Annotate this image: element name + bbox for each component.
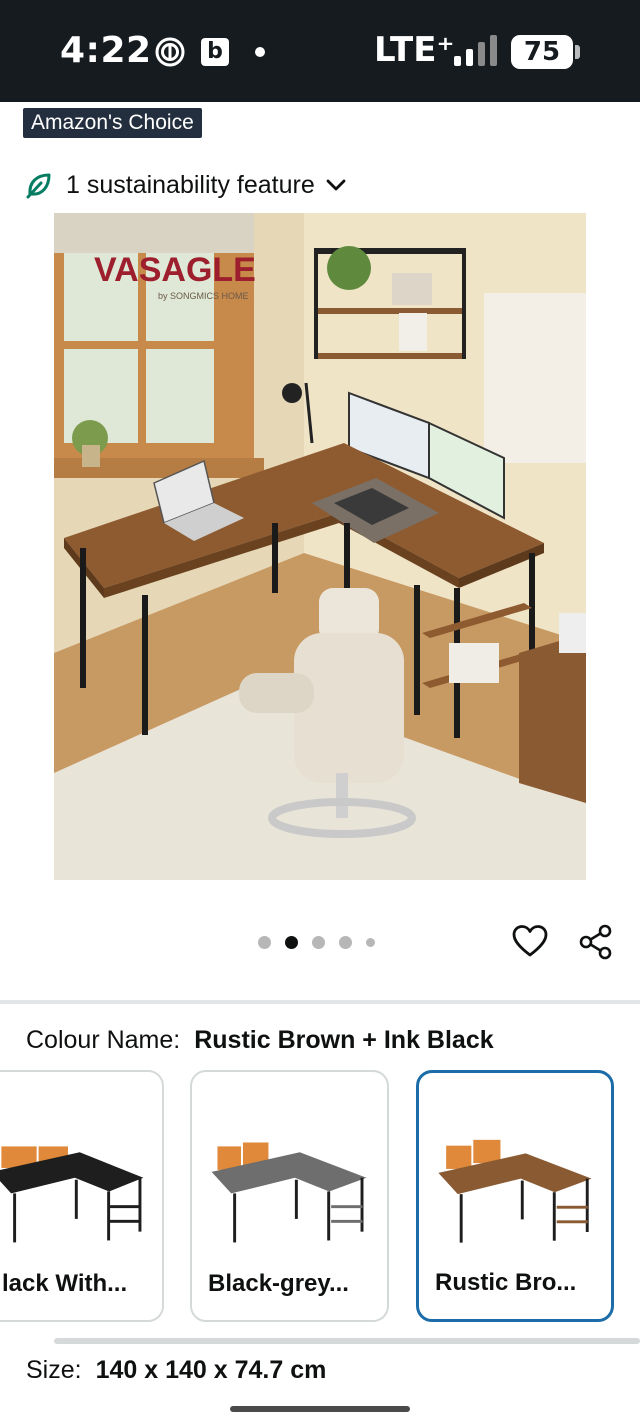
brand-sub: by SONGMICS HOME bbox=[158, 291, 249, 301]
battery-icon: 75 bbox=[511, 35, 581, 69]
signal-icon bbox=[454, 35, 497, 66]
swatch-name: lack With... bbox=[2, 1270, 128, 1297]
network-type: LTE⁺ bbox=[374, 30, 455, 70]
status-bar: 4:22 b LTE⁺ 75 bbox=[0, 0, 640, 102]
brand-logo: VASAGLE bbox=[94, 251, 256, 289]
section-divider bbox=[0, 1000, 640, 1004]
carousel-dot[interactable] bbox=[312, 935, 325, 949]
swatch-name: Black-grey... bbox=[208, 1270, 349, 1297]
swatch-black[interactable]: lack With... bbox=[0, 1070, 164, 1322]
colour-label: Colour Name: bbox=[26, 1026, 181, 1054]
sustainability-label: 1 sustainability feature bbox=[66, 170, 315, 199]
home-indicator[interactable] bbox=[230, 1406, 410, 1412]
colour-name-row: Colour Name: Rustic Brown + Ink Black bbox=[26, 1026, 494, 1055]
chevron-down-icon bbox=[326, 179, 346, 191]
carousel-dot[interactable] bbox=[258, 935, 271, 949]
carousel-dot-active[interactable] bbox=[285, 935, 298, 949]
notification-dot-icon bbox=[255, 47, 265, 57]
size-value: 140 x 140 x 74.7 cm bbox=[95, 1356, 327, 1384]
swatch-black-grey[interactable]: Black-grey... bbox=[190, 1070, 389, 1322]
colour-swatches: lack With... Black-grey... Rustic Bro... bbox=[0, 1070, 640, 1326]
colour-value: Rustic Brown + Ink Black bbox=[194, 1026, 494, 1054]
share-icon[interactable] bbox=[578, 924, 614, 960]
swatch-thumbnail bbox=[0, 1146, 144, 1243]
b-app-icon: b bbox=[201, 38, 229, 66]
swatch-name: Rustic Bro... bbox=[435, 1269, 577, 1296]
product-image[interactable]: VASAGLE by SONGMICS HOME bbox=[54, 213, 586, 880]
leaf-icon bbox=[26, 173, 51, 199]
amazons-choice-badge: Amazon's Choice bbox=[23, 108, 202, 138]
swatch-rustic-brown[interactable]: Rustic Bro... bbox=[416, 1070, 614, 1322]
swatch-thumbnail bbox=[211, 1142, 367, 1243]
battery-level: 75 bbox=[511, 35, 573, 69]
swatch-scrollbar[interactable] bbox=[54, 1338, 640, 1344]
status-time: 4:22 bbox=[60, 30, 152, 71]
swatch-thumbnail bbox=[438, 1139, 592, 1243]
heart-icon[interactable] bbox=[512, 924, 548, 960]
at-sign-icon bbox=[155, 37, 185, 67]
carousel-dot[interactable] bbox=[339, 935, 352, 949]
image-carousel-dots[interactable] bbox=[258, 934, 389, 950]
carousel-dot[interactable] bbox=[366, 937, 375, 947]
product-page: 4:22 b LTE⁺ 75 Amazon's Choice 1 sustain… bbox=[0, 0, 640, 1428]
size-label: Size: bbox=[26, 1356, 82, 1384]
sustainability-toggle[interactable]: 1 sustainability feature bbox=[24, 168, 347, 202]
size-row: Size: 140 x 140 x 74.7 cm bbox=[26, 1356, 326, 1385]
